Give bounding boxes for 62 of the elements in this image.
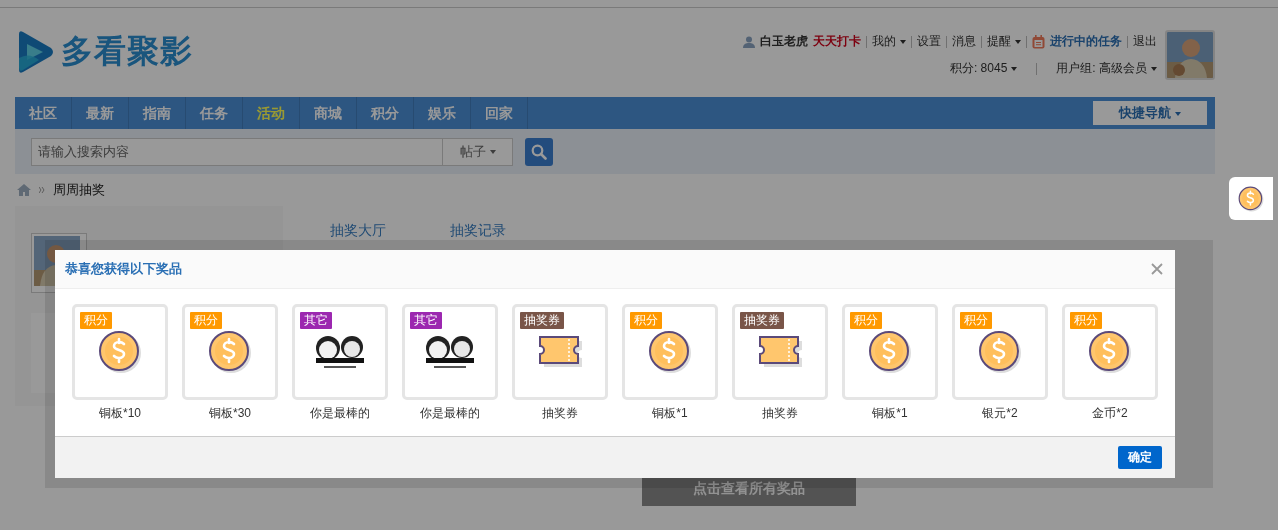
points-link[interactable]: 积分: 8045 [949,60,1018,77]
home-icon[interactable] [17,184,31,196]
prize-name: 铜板*10 [99,405,141,422]
caret-icon [489,150,496,155]
quick-nav-button[interactable]: 快捷导航 [1093,101,1207,125]
caret-icon [1151,66,1157,71]
caret-icon [1011,66,1018,71]
prize-name: 金币*2 [1092,405,1128,422]
prize-tag: 其它 [300,312,332,329]
user-menu-link[interactable]: 提醒 [987,33,1021,50]
prize-name: 你是最棒的 [310,405,370,422]
prize-tag: 积分 [850,312,882,329]
user-menu-link[interactable]: 我的 [872,33,906,50]
prize-tag: 积分 [80,312,112,329]
prize-tag: 积分 [1070,312,1102,329]
chevron-icon [39,186,45,194]
coin-icon [648,330,692,374]
site-logo-text[interactable]: 多看聚影 [61,30,193,74]
prize-name: 铜板*30 [209,405,251,422]
username-link[interactable]: 白玉老虎 [760,33,808,50]
prize-tag: 积分 [190,312,222,329]
user-menu-link[interactable]: 消息 [952,33,976,50]
prize-tag: 其它 [410,312,442,329]
close-icon[interactable] [1151,263,1163,275]
caret-icon [900,39,906,44]
caret-icon [1015,39,1021,44]
prize-name: 铜板*1 [652,405,688,422]
lottery-tab[interactable]: 抽奖记录 [450,222,506,240]
prize-tag: 抽奖券 [740,312,784,329]
search-field[interactable]: 请输入搜索内容 [31,137,443,166]
calendar-icon [1032,34,1045,49]
prize-name: 铜板*1 [872,405,908,422]
search-icon [531,143,547,160]
ticket-icon [756,334,804,370]
search-type-dropdown[interactable]: 帖子 [443,137,513,166]
prize-name: 抽奖券 [542,405,578,422]
user-icon [743,35,755,48]
prize-tag: 积分 [630,312,662,329]
ticket-icon [536,334,584,370]
coin-icon [1088,330,1132,374]
breadcrumb-link[interactable]: 周周抽奖 [53,181,105,199]
user-group-link[interactable]: 用户组: 高级会员 [1056,60,1157,77]
prize-name: 银元*2 [982,405,1018,422]
tasks-link[interactable]: 进行中的任务 [1050,33,1122,50]
checkin-link[interactable]: 天天打卡 [813,33,861,50]
search-button[interactable] [525,137,553,166]
prize-name: 抽奖券 [762,405,798,422]
coin-button[interactable] [1229,177,1273,220]
user-menu-link[interactable]: 设置 [917,33,941,50]
coin-icon [868,330,912,374]
coin-icon [208,330,252,374]
dialog-title: 恭喜您获得以下奖品 [65,260,182,278]
coin-icon [98,330,142,374]
prize-tag: 抽奖券 [520,312,564,329]
coin-icon [978,330,1022,374]
prize-tag: 积分 [960,312,992,329]
logout-link[interactable]: 退出 [1133,33,1157,50]
confirm-button[interactable]: 确定 [1118,446,1162,469]
prize-name: 你是最棒的 [420,405,480,422]
coin-icon [1238,185,1264,212]
caret-icon [1175,111,1181,116]
lottery-tab[interactable]: 抽奖大厅 [330,222,386,240]
